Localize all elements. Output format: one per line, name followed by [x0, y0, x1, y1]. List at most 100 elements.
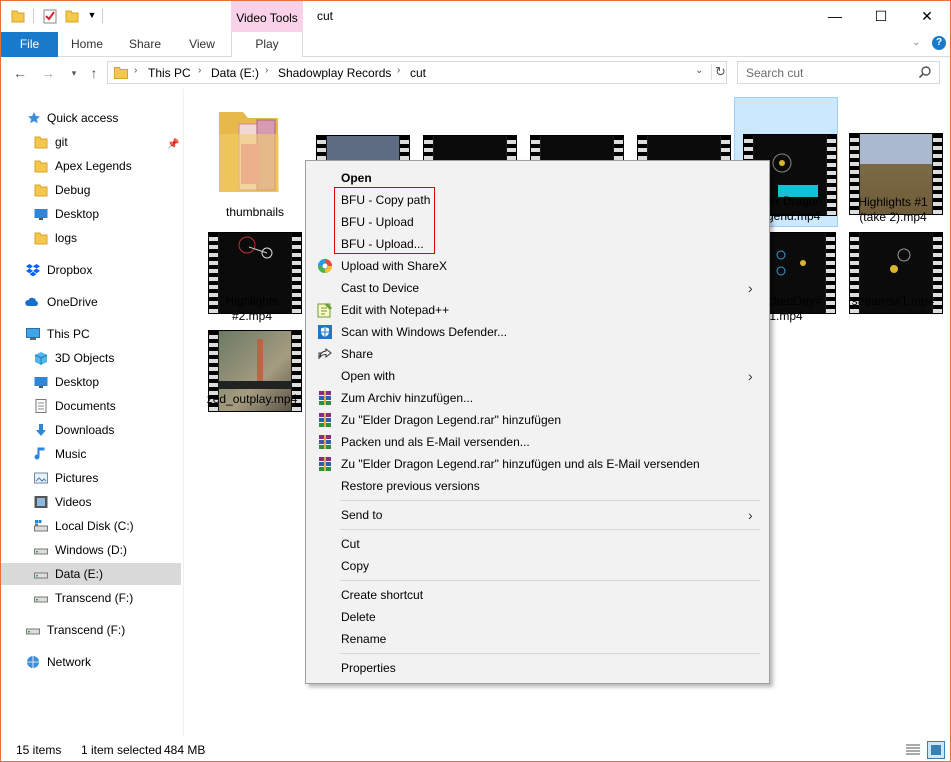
search-input[interactable]: Search cut [737, 61, 940, 84]
refresh-icon[interactable]: ↻ [711, 64, 726, 80]
breadcrumb-this-pc[interactable]: This PC [148, 66, 191, 80]
nav-item-3d-objects[interactable]: 3D Objects [1, 347, 181, 369]
nav-item-downloads[interactable]: Downloads [1, 419, 181, 441]
menu-item-share[interactable]: Share [308, 343, 767, 365]
nav-dropbox[interactable]: Dropbox [1, 259, 181, 281]
breadcrumb-data-e[interactable]: Data (E:) [211, 66, 259, 80]
minimize-button[interactable]: — [812, 1, 858, 32]
menu-item-upload-sharex[interactable]: Upload with ShareX [308, 255, 767, 277]
menu-label: Restore previous versions [341, 479, 480, 493]
breadcrumb-separator[interactable]: › [198, 65, 201, 76]
menu-label: Open with [341, 369, 396, 383]
notepad-plus-plus-icon [317, 303, 332, 318]
picture-icon [34, 472, 48, 484]
breadcrumb-shadowplay[interactable]: Shadowplay Records [278, 66, 391, 80]
menu-item-notepad[interactable]: Edit with Notepad++ [308, 299, 767, 321]
menu-item-zu-rar[interactable]: Zu "Elder Dragon Legend.rar" hinzufügen [308, 409, 767, 431]
file-name: zed_outplay.mp4 [206, 392, 298, 406]
nav-label: Desktop [55, 375, 100, 389]
help-icon[interactable]: ? [932, 36, 946, 50]
nav-item-videos[interactable]: Videos [1, 491, 181, 513]
quick-access-dropdown[interactable]: ▼ [87, 7, 97, 23]
new-folder-icon[interactable] [65, 8, 79, 24]
desktop-icon [34, 377, 48, 388]
maximize-button[interactable]: ☐ [858, 1, 904, 32]
nav-item-desktop-qa[interactable]: Desktop [1, 203, 181, 225]
details-view-icon[interactable] [905, 742, 921, 758]
nav-item-local-disk-c[interactable]: Local Disk (C:) [1, 515, 181, 537]
breadcrumb-cut[interactable]: cut [410, 66, 426, 80]
menu-item-send-to[interactable]: Send to › [308, 504, 767, 526]
pin-icon[interactable]: 📌 [167, 134, 179, 156]
nav-label: Quick access [47, 111, 119, 125]
tab-share[interactable]: Share [116, 32, 174, 57]
expand-ribbon-icon[interactable]: ⌄ [912, 37, 920, 48]
status-bar: 15 items 1 item selected 484 MB [1, 739, 950, 761]
nav-item-logs[interactable]: logs [1, 227, 181, 249]
video-item[interactable]: Highlights #2.mp4 [200, 232, 304, 328]
breadcrumb-separator[interactable]: › [397, 65, 400, 76]
nav-item-transcend-f[interactable]: Transcend (F:) [1, 587, 181, 609]
nav-item-data-e[interactable]: Data (E:) [1, 563, 181, 585]
menu-item-cut[interactable]: Cut [308, 533, 767, 555]
menu-item-rename[interactable]: Rename [308, 628, 767, 650]
tab-view[interactable]: View [174, 32, 230, 57]
recent-locations-button[interactable]: ▾ [65, 64, 83, 82]
menu-item-zu-rar-mail[interactable]: Zu "Elder Dragon Legend.rar" hinzufügen … [308, 453, 767, 475]
nav-item-debug[interactable]: Debug [1, 179, 181, 201]
nav-item-desktop[interactable]: Desktop [1, 371, 181, 393]
tab-file[interactable]: File [1, 32, 58, 57]
video-item[interactable]: Highlights #1 (take 2).mp4 [841, 133, 945, 229]
nav-onedrive[interactable]: OneDrive [1, 291, 181, 313]
menu-item-create-shortcut[interactable]: Create shortcut [308, 584, 767, 606]
breadcrumb-separator[interactable]: › [265, 65, 268, 76]
menu-item-open[interactable]: Open [308, 167, 767, 189]
nav-this-pc[interactable]: This PC [1, 323, 181, 345]
menu-item-zum-archiv[interactable]: Zum Archiv hinzufügen... [308, 387, 767, 409]
nav-item-git[interactable]: git 📌 [1, 131, 181, 153]
explorer-window: ▼ Video Tools cut — ☐ ✕ File Home Share … [0, 0, 951, 762]
folder-item[interactable]: thumbnails [203, 99, 307, 219]
menu-item-properties[interactable]: Properties [308, 657, 767, 679]
properties-icon[interactable] [43, 8, 57, 24]
menu-item-copy[interactable]: Copy [308, 555, 767, 577]
breadcrumb-separator[interactable]: › [134, 65, 137, 76]
menu-label: Edit with Notepad++ [341, 303, 450, 317]
nav-quick-access[interactable]: Quick access [1, 107, 181, 129]
nav-item-documents[interactable]: Documents [1, 395, 181, 417]
menu-item-restore[interactable]: Restore previous versions [308, 475, 767, 497]
menu-label: Zu "Elder Dragon Legend.rar" hinzufügen … [341, 457, 700, 471]
nav-item-apex-legends[interactable]: Apex Legends [1, 155, 181, 177]
nav-label: git [55, 135, 68, 149]
menu-item-packen[interactable]: Packen und als E-Mail versenden... [308, 431, 767, 453]
menu-item-open-with[interactable]: Open with › [308, 365, 767, 387]
nav-label: Local Disk (C:) [55, 519, 134, 533]
nav-item-music[interactable]: Music [1, 443, 181, 465]
close-button[interactable]: ✕ [904, 1, 950, 32]
tab-home[interactable]: Home [58, 32, 116, 57]
menu-label: Zu "Elder Dragon Legend.rar" hinzufügen [341, 413, 561, 427]
tab-play[interactable]: Play [231, 32, 303, 57]
nav-label: Dropbox [47, 263, 93, 277]
drive-icon [34, 596, 48, 603]
folder-icon[interactable] [11, 8, 25, 24]
annotation-highlight-box [334, 187, 435, 254]
nav-item-windows-d[interactable]: Windows (D:) [1, 539, 181, 561]
large-icons-view-icon[interactable] [927, 741, 945, 759]
share-icon [318, 347, 332, 359]
address-bar[interactable]: › This PC › Data (E:) › Shadowplay Recor… [107, 61, 727, 84]
network-icon [27, 656, 39, 668]
video-item[interactable]: streams#1.mp4 [841, 232, 945, 314]
nav-transcend-f[interactable]: Transcend (F:) [1, 619, 181, 641]
video-item[interactable]: zed_outplay.mp4 [200, 330, 304, 412]
search-icon[interactable] [918, 65, 932, 79]
up-button[interactable]: ↑ [85, 64, 103, 82]
menu-item-defender[interactable]: Scan with Windows Defender... [308, 321, 767, 343]
menu-item-delete[interactable]: Delete [308, 606, 767, 628]
nav-network[interactable]: Network [1, 651, 181, 673]
chevron-down-icon[interactable]: ⌄ [695, 65, 703, 76]
nav-item-pictures[interactable]: Pictures [1, 467, 181, 489]
forward-button[interactable]: → [39, 64, 57, 82]
back-button[interactable]: ← [11, 64, 29, 82]
menu-item-cast[interactable]: Cast to Device › [308, 277, 767, 299]
